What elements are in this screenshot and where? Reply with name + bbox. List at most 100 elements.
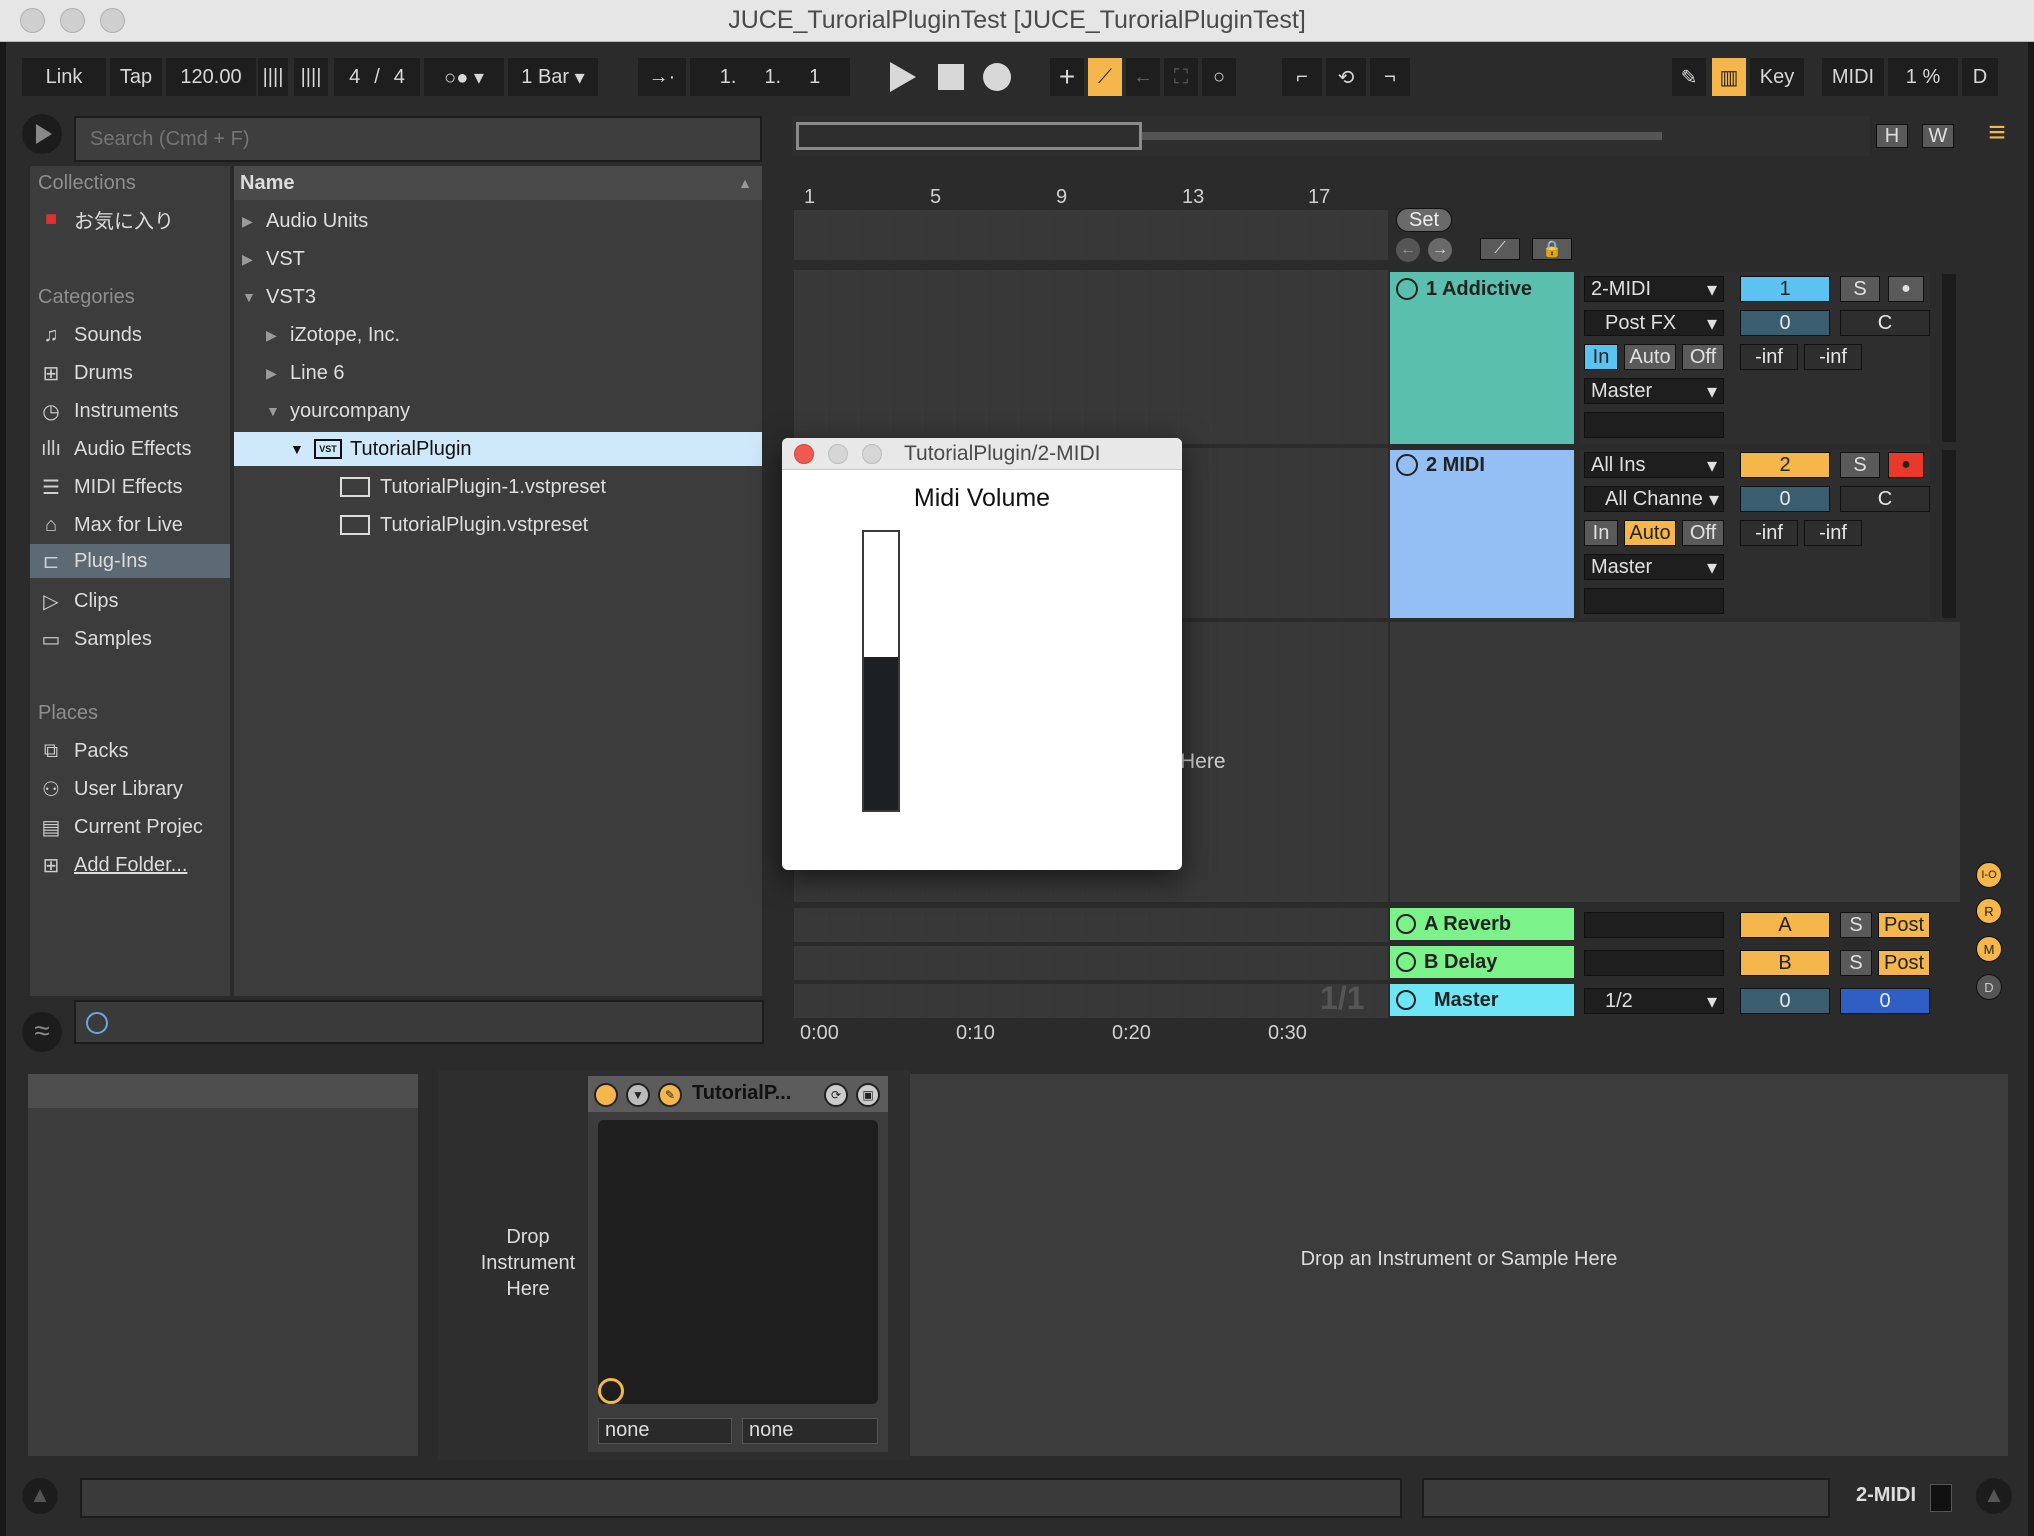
tap-button[interactable]: Tap — [110, 58, 162, 96]
track-2-pan[interactable]: C — [1840, 486, 1930, 512]
browser-search-input[interactable] — [74, 116, 762, 162]
return-b-solo[interactable]: S — [1840, 950, 1872, 976]
sidebar-item-current-project[interactable]: ▤ Current Projec — [38, 810, 203, 844]
track-2-monitor-in[interactable]: In — [1584, 520, 1618, 546]
device-param1[interactable]: none — [598, 1418, 732, 1444]
nudge-down-icon[interactable]: |||| — [258, 58, 288, 96]
track-1-monitor-in[interactable]: In — [1584, 344, 1618, 370]
track-2-input-channel-select[interactable]: All Channe ▾ — [1584, 486, 1724, 512]
draw-automation-icon[interactable]: ⟋ — [1480, 238, 1520, 260]
expand-icon[interactable]: ▶ — [242, 251, 266, 268]
tree-item-tutorialplugin[interactable]: ▼ VST TutorialPlugin — [234, 432, 762, 466]
tree-item-vst3[interactable]: ▼ VST3 — [242, 280, 316, 314]
loop-icon[interactable]: ⟲ — [1326, 58, 1366, 96]
return-header-b[interactable]: B Delay — [1390, 946, 1574, 978]
plugin-device[interactable]: ▼ ✎ TutorialP... ⟳ ▣ none none — [588, 1076, 888, 1452]
menu-icon[interactable]: ≡ — [1982, 118, 2012, 148]
track-lane-1[interactable] — [794, 270, 1388, 444]
master-header[interactable]: Master — [1390, 984, 1574, 1016]
fold-icon[interactable] — [1396, 278, 1418, 300]
track-1-solo[interactable]: S — [1840, 276, 1880, 302]
return-lane-a[interactable] — [794, 908, 1388, 942]
session-record-icon[interactable]: ○ — [1202, 58, 1236, 96]
return-b-output[interactable] — [1584, 950, 1724, 976]
sidebar-item-instruments[interactable]: ◷ Instruments — [38, 394, 178, 428]
keyboard-icon[interactable]: ▥ — [1712, 58, 1746, 96]
automation-arm-icon[interactable]: ⟋ — [1088, 58, 1122, 96]
name-column-header[interactable]: Name ▲ — [234, 166, 762, 200]
lock-icon[interactable]: 🔒 — [1532, 238, 1572, 260]
mixer-drop-area[interactable] — [1390, 622, 1960, 902]
prev-locator-icon[interactable]: ← — [1396, 238, 1420, 262]
track-1-volume[interactable]: 0 — [1740, 310, 1830, 336]
expand-icon[interactable]: ▶ — [266, 327, 290, 344]
track-2-output-channel[interactable] — [1584, 588, 1724, 614]
metronome-icon[interactable]: ○● ▾ — [424, 58, 504, 96]
sidebar-item-clips[interactable]: ▷ Clips — [38, 584, 118, 618]
return-a-solo[interactable]: S — [1840, 912, 1872, 938]
tree-item-vst[interactable]: ▶ VST — [242, 242, 305, 276]
master-pan[interactable]: 0 — [1840, 988, 1930, 1014]
returns-toggle-button[interactable]: R — [1976, 898, 2002, 924]
sidebar-item-plug-ins[interactable]: ⊏ Plug-Ins — [30, 544, 230, 578]
info-view-icon[interactable]: ▲ — [22, 1478, 58, 1514]
browser-toggle-icon[interactable] — [22, 114, 62, 154]
track-1-monitor-auto[interactable]: Auto — [1624, 344, 1676, 370]
sidebar-item-midi-effects[interactable]: ☰ MIDI Effects — [38, 470, 183, 504]
quantize-select[interactable]: 1 Bar ▾ — [508, 58, 598, 96]
detail-view-icon[interactable]: ▲ — [1976, 1478, 2012, 1514]
punch-in-icon[interactable]: ⌐ — [1282, 58, 1322, 96]
io-toggle-button[interactable]: I-O — [1976, 862, 2002, 888]
midi-map-button[interactable]: MIDI — [1822, 58, 1884, 96]
track-2-monitor-off[interactable]: Off — [1682, 520, 1724, 546]
arrangement-position[interactable]: 1. 1. 1 — [690, 58, 850, 96]
tempo-field[interactable]: 120.00 — [166, 58, 256, 96]
beat-ruler[interactable]: 1 5 9 13 17 — [792, 180, 1392, 212]
collapse-icon[interactable]: ▼ — [290, 441, 314, 457]
h-button[interactable]: H — [1876, 124, 1908, 148]
time-signature[interactable]: 4 / 4 — [334, 58, 420, 96]
track-2-output-select[interactable]: Master ▾ — [1584, 554, 1724, 580]
track-1-input-select[interactable]: 2-MIDI ▾ — [1584, 276, 1724, 302]
expand-icon[interactable]: ▶ — [242, 213, 266, 230]
master-lane[interactable] — [794, 984, 1388, 1018]
sidebar-item-audio-effects[interactable]: ıllı Audio Effects — [38, 432, 191, 466]
track-1-input-channel-select[interactable]: Post FX ▾ — [1584, 310, 1724, 336]
fold-icon[interactable] — [1396, 454, 1418, 476]
delay-toggle-button[interactable]: D — [1976, 974, 2002, 1000]
sidebar-item-favorite[interactable]: ■ お気に入り — [38, 202, 174, 236]
groove-pool-icon[interactable]: ≈ — [22, 1012, 62, 1052]
return-header-a[interactable]: A Reverb — [1390, 908, 1574, 940]
master-ratio-select[interactable]: 1/2 ▾ — [1584, 988, 1724, 1014]
follow-icon[interactable]: →· — [638, 58, 686, 96]
tree-item-line6[interactable]: ▶ Line 6 — [266, 356, 345, 390]
return-b-post[interactable]: Post — [1878, 950, 1930, 976]
sidebar-item-user-library[interactable]: ⚇ User Library — [38, 772, 183, 806]
track-2-solo[interactable]: S — [1840, 452, 1880, 478]
w-button[interactable]: W — [1922, 124, 1954, 148]
tree-item-preset[interactable]: TutorialPlugin.vstpreset — [340, 508, 588, 542]
plugin-minimize-button[interactable] — [828, 444, 848, 464]
tree-item-yourcompany[interactable]: ▼ yourcompany — [266, 394, 410, 428]
device-save-icon[interactable]: ▣ — [856, 1083, 880, 1107]
capture-icon[interactable]: ⛶ — [1164, 58, 1198, 96]
stop-icon[interactable] — [938, 64, 964, 90]
play-icon[interactable] — [890, 62, 916, 92]
track-header-2[interactable]: 2 MIDI — [1390, 450, 1574, 618]
sidebar-item-max-for-live[interactable]: ⌂ Max for Live — [38, 508, 183, 542]
instrument-drop-zone[interactable]: Drop an Instrument or Sample Here — [910, 1074, 2008, 1456]
set-locator-button[interactable]: Set — [1396, 208, 1452, 232]
collapse-icon[interactable]: ▼ — [266, 403, 290, 419]
punch-out-icon[interactable]: ¬ — [1370, 58, 1410, 96]
return-a-output[interactable] — [1584, 912, 1724, 938]
track-header-1[interactable]: 1 Addictive — [1390, 272, 1574, 444]
device-power-button[interactable] — [594, 1083, 618, 1107]
expand-icon[interactable]: ▶ — [266, 365, 290, 382]
tree-item-preset-1[interactable]: TutorialPlugin-1.vstpreset — [340, 470, 606, 504]
sidebar-item-add-folder[interactable]: ⊞ Add Folder... — [38, 848, 188, 882]
overview-viewport[interactable] — [796, 122, 1142, 150]
device-param2[interactable]: none — [742, 1418, 878, 1444]
plugin-zoom-button[interactable] — [862, 444, 882, 464]
link-button[interactable]: Link — [22, 58, 106, 96]
sidebar-item-sounds[interactable]: ♫ Sounds — [38, 318, 142, 352]
